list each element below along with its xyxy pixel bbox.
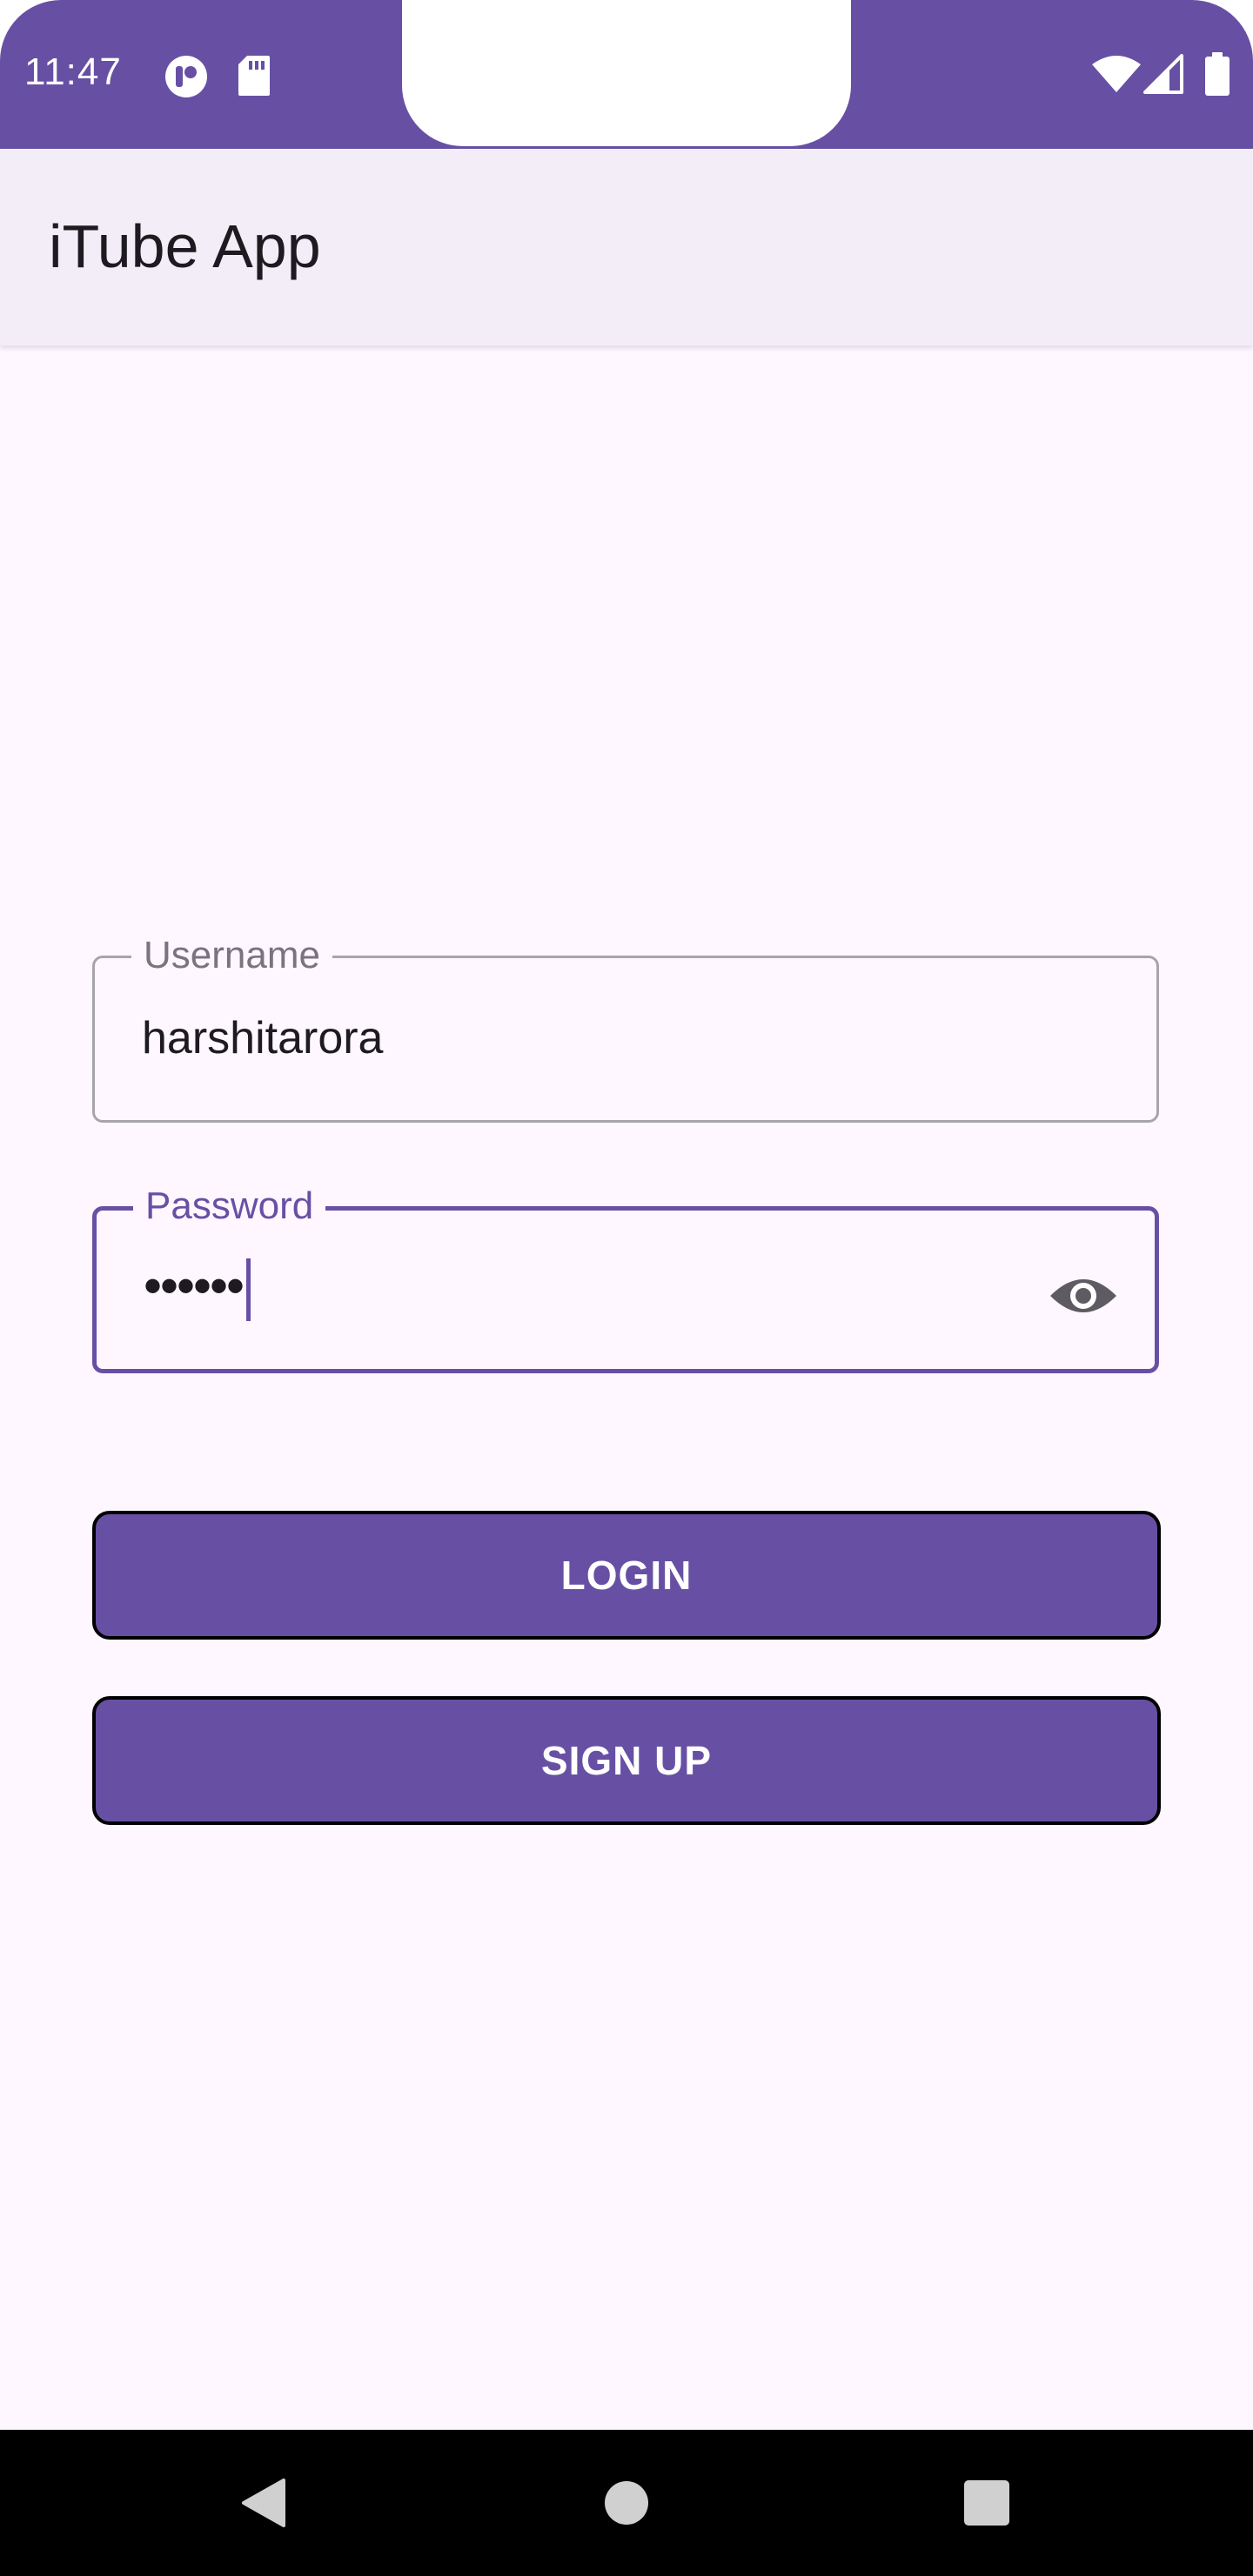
nav-recents-button[interactable]	[914, 2430, 1060, 2576]
login-button[interactable]: LOGIN	[92, 1511, 1161, 1640]
status-time: 11:47	[24, 50, 122, 93]
recents-square-icon	[964, 2480, 1009, 2526]
password-label: Password	[133, 1184, 326, 1228]
username-label: Username	[131, 934, 332, 977]
eye-icon[interactable]	[1047, 1259, 1120, 1332]
password-field[interactable]: Password ••••••	[92, 1184, 1159, 1373]
wifi-icon	[1092, 56, 1141, 92]
back-triangle-icon	[242, 2479, 285, 2527]
app-title: iTube App	[49, 212, 321, 280]
camera-notch	[402, 0, 851, 146]
nav-home-button[interactable]	[553, 2430, 700, 2576]
app-notification-icon	[165, 56, 207, 97]
password-input[interactable]: ••••••	[144, 1256, 251, 1322]
nav-back-button[interactable]	[190, 2430, 336, 2576]
battery-icon	[1205, 52, 1230, 96]
username-field[interactable]: Username harshitarora	[92, 934, 1159, 1123]
system-nav-bar	[0, 2430, 1253, 2576]
signup-button[interactable]: SIGN UP	[92, 1696, 1161, 1825]
cell-signal-icon	[1143, 54, 1183, 94]
home-circle-icon	[605, 2481, 648, 2525]
top-app-bar: iTube App	[0, 149, 1253, 345]
password-masked-value: ••••••	[144, 1257, 245, 1315]
username-input[interactable]: harshitarora	[142, 1012, 383, 1064]
status-bar: 11:47	[0, 0, 1253, 149]
login-screen: 11:47 iTube App Username harshitarora Pa…	[0, 0, 1253, 2576]
sd-card-icon	[238, 56, 270, 96]
text-cursor	[246, 1258, 251, 1322]
